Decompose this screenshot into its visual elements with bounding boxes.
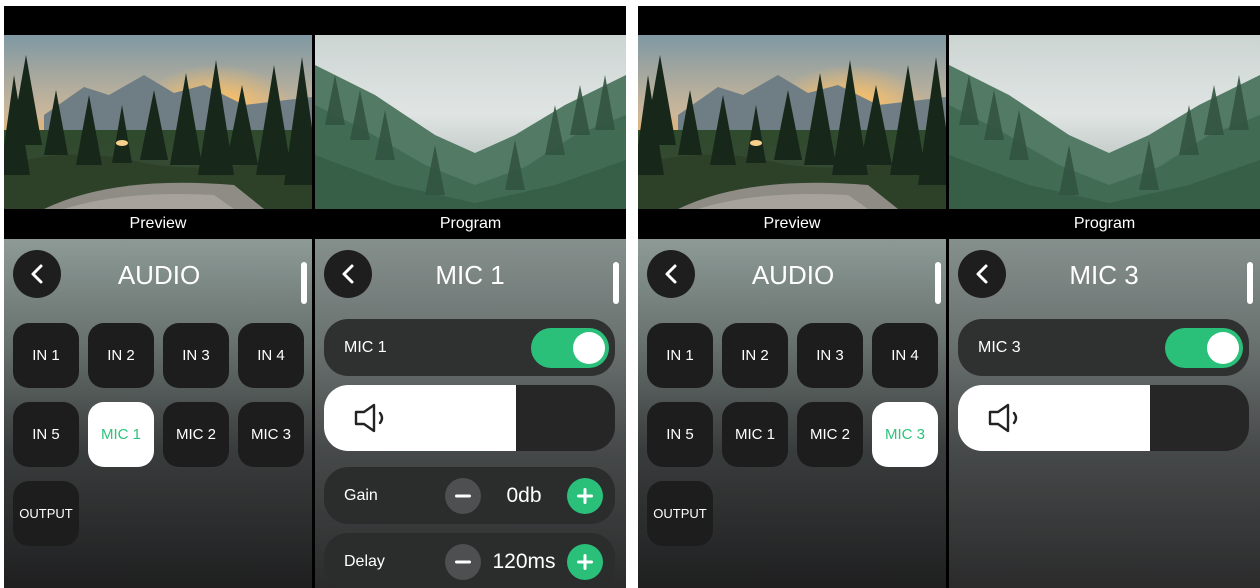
back-button[interactable] — [324, 250, 372, 298]
speaker-icon — [354, 403, 384, 433]
toggle-knob — [1207, 332, 1239, 364]
source-button-in3[interactable]: IN 3 — [797, 323, 863, 388]
top-bar — [4, 6, 626, 35]
program-label: Program — [439, 215, 502, 232]
volume-slider[interactable] — [324, 385, 615, 451]
source-button-in3[interactable]: IN 3 — [163, 323, 229, 388]
preview-label: Preview — [129, 215, 187, 232]
mic-enable-row: MIC 3 — [958, 319, 1249, 376]
device-screen-left: Preview Program AUDIO IN 1 IN 2 IN 3 IN … — [4, 6, 626, 588]
source-button-in5[interactable]: IN 5 — [13, 402, 79, 467]
device-screen-right: Preview Program AUDIO IN 1 IN 2 IN 3 IN … — [638, 6, 1260, 588]
mic-detail-panel: MIC 3 MIC 3 — [949, 239, 1260, 588]
plus-icon — [577, 488, 593, 504]
program-video — [315, 35, 626, 209]
program-video — [949, 35, 1260, 209]
top-bar — [638, 6, 1260, 35]
mic-enable-label: MIC 1 — [344, 339, 387, 356]
gain-label: Gain — [344, 487, 378, 504]
source-button-in5[interactable]: IN 5 — [647, 402, 713, 467]
chevron-left-icon — [976, 264, 988, 284]
panel-title: MIC 3 — [1069, 260, 1139, 290]
gain-row: Gain 0db — [324, 467, 615, 524]
minus-icon — [455, 560, 471, 564]
source-button-mic2[interactable]: MIC 2 — [163, 402, 229, 467]
back-button[interactable] — [647, 250, 695, 298]
mic-enable-toggle[interactable] — [1165, 328, 1243, 368]
source-button-in4[interactable]: IN 4 — [872, 323, 938, 388]
mic-enable-toggle[interactable] — [531, 328, 609, 368]
chevron-left-icon — [31, 264, 43, 284]
delay-value: 120ms — [492, 550, 556, 573]
audio-panel: AUDIO IN 1 IN 2 IN 3 IN 4 IN 5 MIC 1 MIC… — [4, 239, 312, 588]
delay-row: Delay 120ms — [324, 533, 615, 588]
scrollbar-thumb[interactable] — [301, 262, 307, 304]
delay-increase-button[interactable] — [567, 544, 603, 580]
mic-detail-panel: MIC 1 MIC 1 Gain 0db Delay 120ms — [315, 239, 626, 588]
gain-value: 0db — [506, 484, 542, 507]
gain-decrease-button[interactable] — [445, 478, 481, 514]
source-button-mic3[interactable]: MIC 3 — [238, 402, 304, 467]
program-label: Program — [1073, 215, 1136, 232]
source-button-mic1[interactable]: MIC 1 — [722, 402, 788, 467]
scrollbar-thumb[interactable] — [935, 262, 941, 304]
scrollbar-thumb[interactable] — [613, 262, 619, 304]
source-button-in1[interactable]: IN 1 — [13, 323, 79, 388]
volume-slider[interactable] — [958, 385, 1249, 451]
preview-video — [4, 35, 312, 209]
source-button-in4[interactable]: IN 4 — [238, 323, 304, 388]
preview-video — [638, 35, 946, 209]
audio-panel: AUDIO IN 1 IN 2 IN 3 IN 4 IN 5 MIC 1 MIC… — [638, 239, 946, 588]
speaker-icon — [988, 403, 1018, 433]
mic-enable-row: MIC 1 — [324, 319, 615, 376]
source-button-output[interactable]: OUTPUT — [647, 481, 713, 546]
toggle-knob — [573, 332, 605, 364]
chevron-left-icon — [665, 264, 677, 284]
source-button-in2[interactable]: IN 2 — [88, 323, 154, 388]
panel-title: AUDIO — [117, 260, 201, 290]
source-button-output[interactable]: OUTPUT — [13, 481, 79, 546]
gain-increase-button[interactable] — [567, 478, 603, 514]
panel-title: MIC 1 — [435, 260, 505, 290]
plus-icon — [577, 554, 593, 570]
delay-decrease-button[interactable] — [445, 544, 481, 580]
delay-label: Delay — [344, 553, 385, 570]
back-button[interactable] — [13, 250, 61, 298]
minus-icon — [455, 494, 471, 498]
source-button-mic2[interactable]: MIC 2 — [797, 402, 863, 467]
preview-label: Preview — [763, 215, 821, 232]
scrollbar-thumb[interactable] — [1247, 262, 1253, 304]
source-button-mic3[interactable]: MIC 3 — [872, 402, 938, 467]
source-button-mic1[interactable]: MIC 1 — [88, 402, 154, 467]
source-button-in1[interactable]: IN 1 — [647, 323, 713, 388]
back-button[interactable] — [958, 250, 1006, 298]
panel-title: AUDIO — [751, 260, 835, 290]
source-button-in2[interactable]: IN 2 — [722, 323, 788, 388]
chevron-left-icon — [342, 264, 354, 284]
mic-enable-label: MIC 3 — [978, 339, 1021, 356]
